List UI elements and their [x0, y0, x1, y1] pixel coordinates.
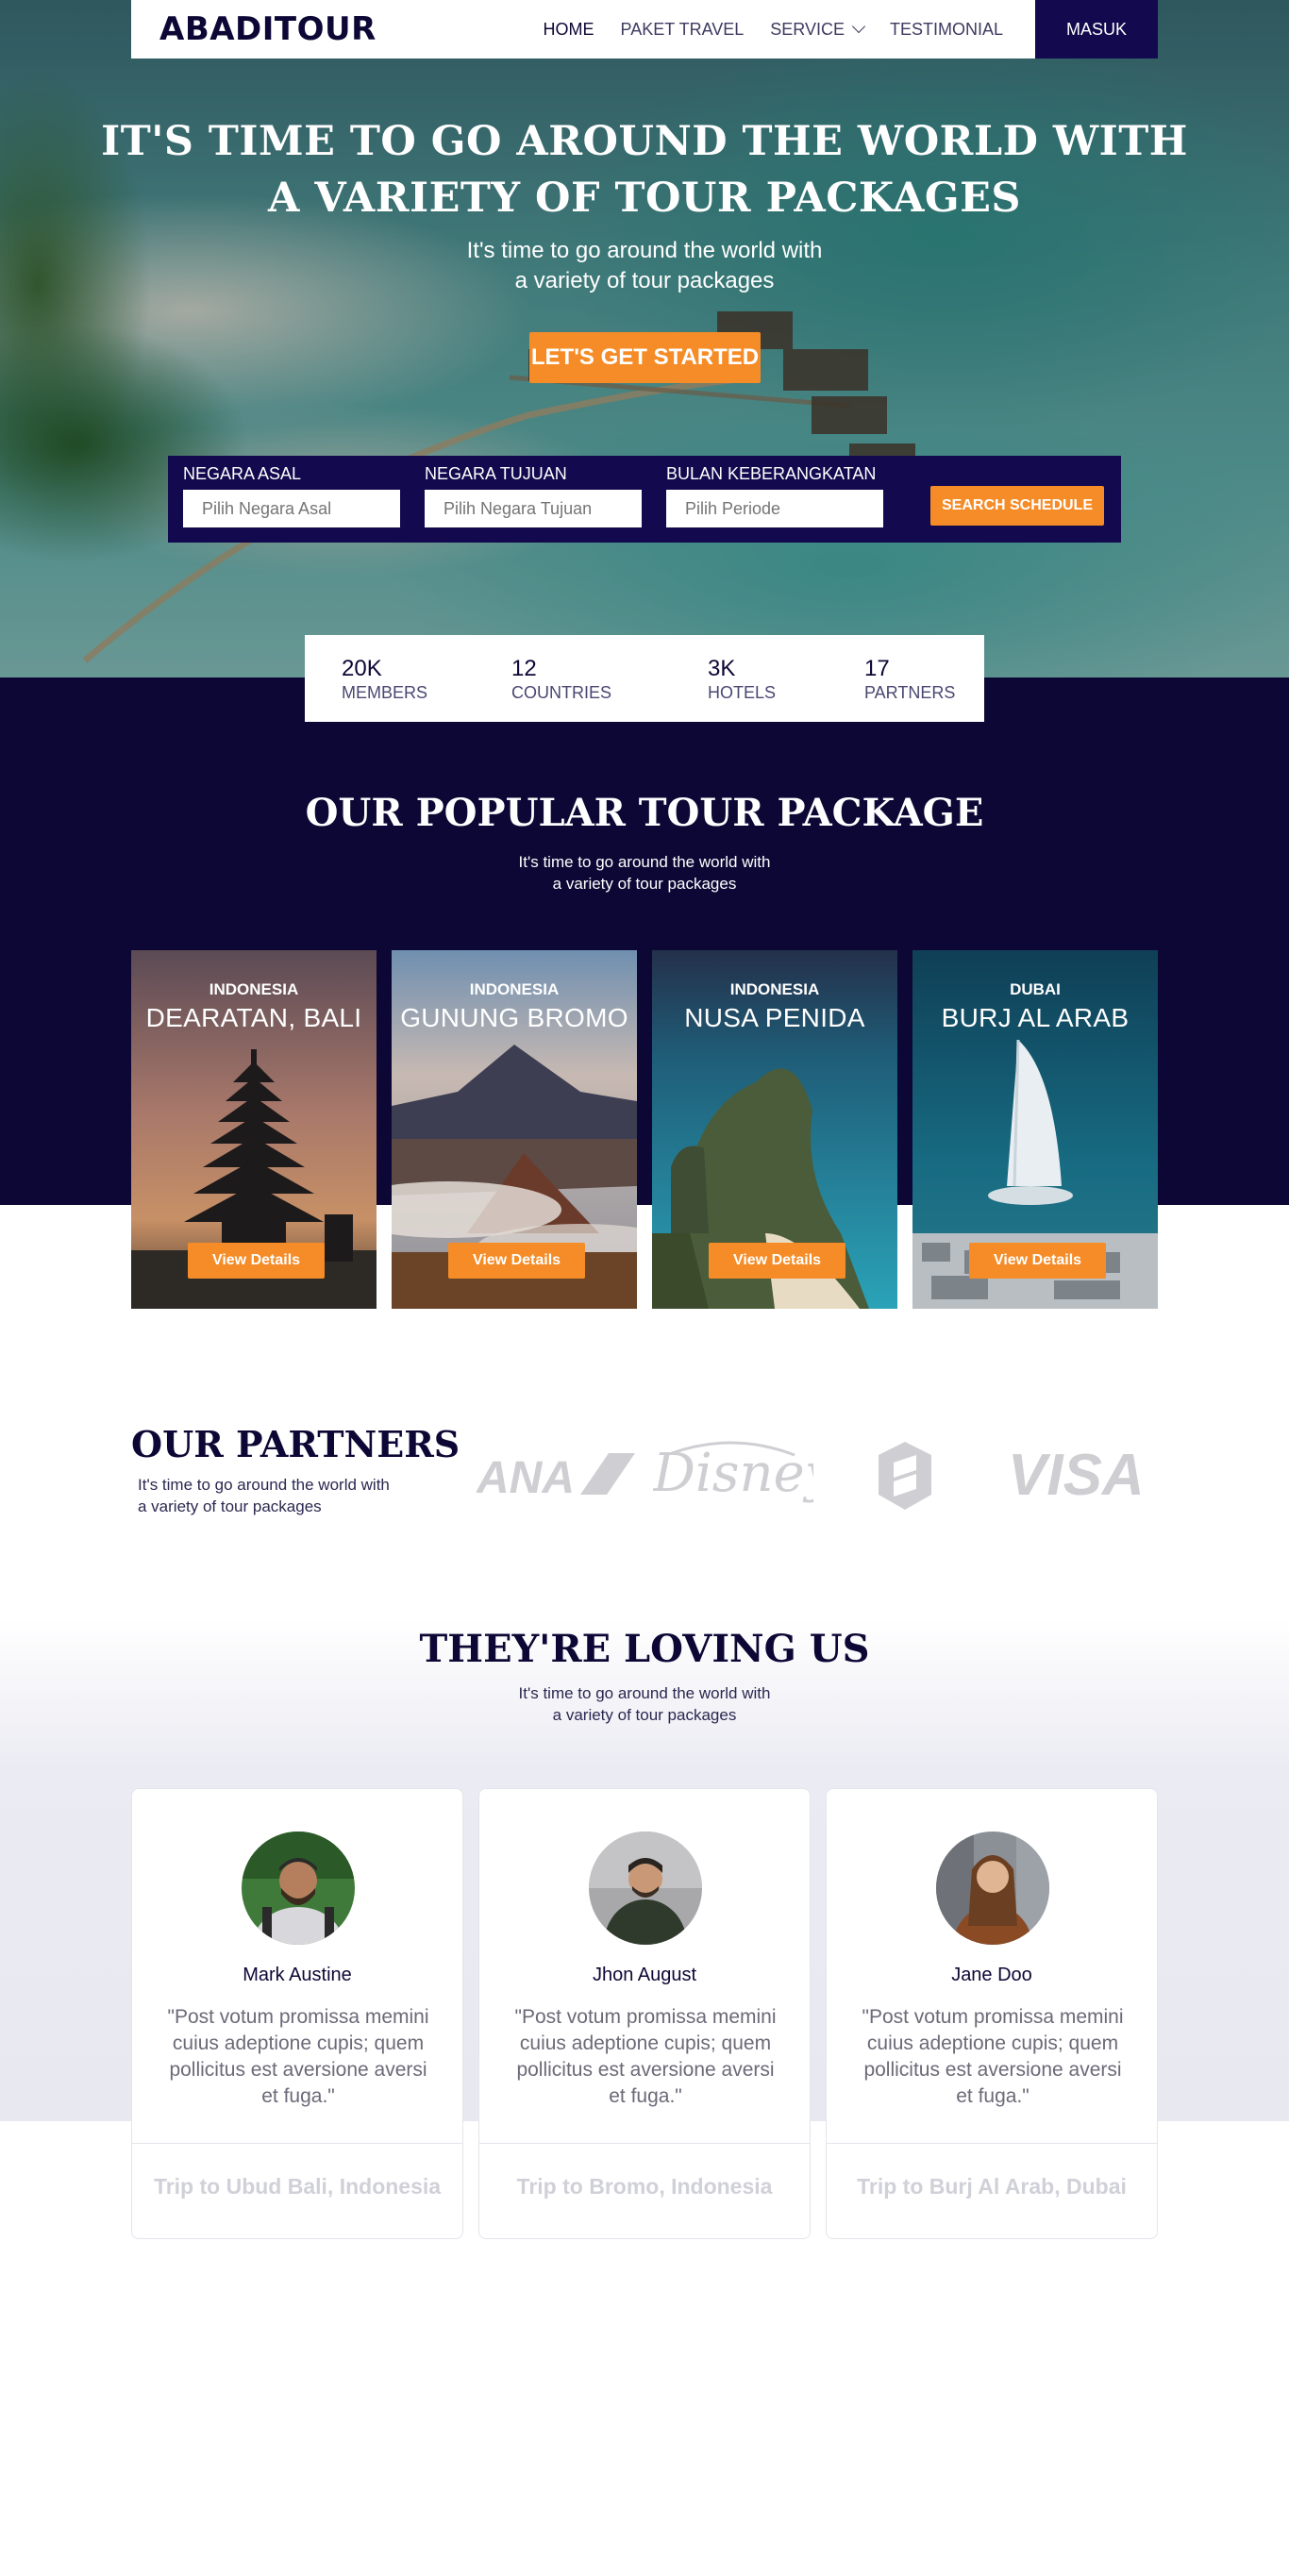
destination-country-label: NEGARA TUJUAN [425, 464, 567, 483]
svg-text:ANA: ANA [477, 1453, 575, 1502]
card-country: INDONESIA [729, 980, 820, 998]
testimonials-subtitle: It's time to go around the world with a … [518, 1684, 771, 1724]
nav-link-service[interactable]: SERVICE [770, 19, 866, 40]
hero-title-line-2: A VARIETY OF TOUR PACKAGES [268, 175, 1021, 222]
view-details-button[interactable]: View Details [969, 1243, 1106, 1279]
tour-card-burj-al-arab[interactable]: DUBAI BURJ AL ARAB View Details [912, 950, 1158, 1309]
hero-title-line-1: IT'S TIME TO GO AROUND THE WORLD WITH [101, 118, 1188, 165]
departure-month-input[interactable] [666, 490, 883, 527]
stat-value: 17 [864, 656, 890, 681]
testimonial-trip: Trip to Ubud Bali, Indonesia [153, 2174, 442, 2199]
popular-subtitle: It's time to go around the world with a … [518, 853, 771, 893]
origin-country-field: NEGARA ASAL [183, 463, 400, 527]
card-country: INDONESIA [209, 980, 299, 998]
tour-card-bromo[interactable]: INDONESIA GUNUNG BROMO View Details [392, 950, 637, 1309]
destination-country-input[interactable] [425, 490, 642, 527]
testimonial-quote: "Post votum promissa memini cuius adepti… [167, 2006, 429, 2107]
avatar [936, 1832, 1049, 1945]
nav-link-paket-travel[interactable]: PAKET TRAVEL [621, 20, 745, 40]
testimonials-title: THEY'RE LOVING US [419, 1627, 870, 1671]
divider [132, 2143, 462, 2144]
stat-hotels: 3K HOTELS [708, 656, 776, 703]
view-details-button[interactable]: View Details [709, 1243, 845, 1279]
disney-logo: Disney [653, 1441, 813, 1504]
stat-label: COUNTRIES [511, 683, 612, 702]
testimonial-name: Jane Doo [951, 1965, 1032, 1985]
departure-month-label: BULAN KEBERANGKATAN [666, 464, 877, 483]
stat-value: 12 [511, 656, 537, 681]
testimonial-trip: Trip to Burj Al Arab, Dubai [857, 2174, 1127, 2199]
card-destination-name: NUSA PENIDA [684, 1003, 865, 1032]
testimonial-name: Mark Austine [243, 1965, 352, 1985]
get-started-button[interactable]: LET'S GET STARTED [529, 332, 761, 383]
stat-members: 20K MEMBERS [342, 656, 427, 703]
card-country: DUBAI [1010, 980, 1061, 998]
brand-logo[interactable]: ABADITOUR [159, 10, 377, 48]
origin-country-label: NEGARA ASAL [183, 464, 302, 483]
avatar [589, 1832, 702, 1945]
divider [827, 2143, 1157, 2144]
destination-country-field: NEGARA TUJUAN [425, 463, 642, 527]
ana-logo: ANA [477, 1453, 635, 1502]
view-details-button[interactable]: View Details [448, 1243, 585, 1279]
testimonial-quote: "Post votum promissa memini cuius adepti… [514, 2006, 777, 2107]
origin-country-input[interactable] [183, 490, 400, 527]
stat-label: PARTNERS [864, 683, 956, 702]
testimonial-card: Jhon August "Post votum promissa memini … [478, 1788, 811, 2239]
testimonial-quote: "Post votum promissa memini cuius adepti… [862, 2006, 1124, 2107]
popular-title: OUR POPULAR TOUR PACKAGE [305, 791, 984, 835]
stat-label: MEMBERS [342, 683, 428, 702]
hero-title: IT'S TIME TO GO AROUND THE WORLD WITH A … [0, 113, 1289, 226]
testimonial-trip: Trip to Bromo, Indonesia [516, 2174, 773, 2199]
nav-link-home[interactable]: HOME [544, 20, 594, 40]
tour-card-bali[interactable]: INDONESIA DEARATAN, BALI View Details [131, 950, 377, 1309]
stat-countries: 12 COUNTRIES [511, 656, 611, 703]
partners-subtitle: It's time to go around the world with a … [138, 1476, 390, 1515]
stat-label: HOTELS [708, 683, 777, 702]
departure-month-field: BULAN KEBERANGKATAN [666, 463, 883, 527]
partners-title: OUR PARTNERS [131, 1423, 460, 1465]
top-navbar: ABADITOUR HOME PAKET TRAVEL SERVICE TEST… [131, 0, 1158, 59]
tour-card-nusa-penida[interactable]: INDONESIA NUSA PENIDA View Details [652, 950, 897, 1309]
hero-subtitle: It's time to go around the world with a … [466, 238, 823, 293]
shield-logo [879, 1442, 931, 1510]
svg-text:VISA: VISA [1008, 1444, 1145, 1504]
avatar [242, 1832, 355, 1945]
testimonial-card: Jane Doo "Post votum promissa memini cui… [826, 1788, 1158, 2239]
visa-logo: VISA [1008, 1444, 1145, 1504]
card-country: INDONESIA [469, 980, 560, 998]
hero-section: ABADITOUR HOME PAKET TRAVEL SERVICE TEST… [0, 0, 1289, 677]
avatar-image [589, 1832, 702, 1945]
card-destination-name: GUNUNG BROMO [400, 1003, 628, 1032]
search-schedule-button[interactable]: SEARCH SCHEDULE [930, 486, 1104, 526]
schedule-search-form: NEGARA ASAL NEGARA TUJUAN BULAN KEBERANG… [168, 456, 1121, 543]
view-details-button[interactable]: View Details [188, 1243, 325, 1279]
login-button[interactable]: MASUK [1035, 0, 1158, 59]
stat-partners: 17 PARTNERS [864, 656, 955, 703]
stat-value: 3K [708, 656, 736, 681]
nav-links: HOME PAKET TRAVEL SERVICE TESTIMONIAL MA… [544, 0, 1158, 59]
card-destination-name: DEARATAN, BALI [145, 1003, 362, 1032]
divider [479, 2143, 810, 2144]
nav-link-testimonial[interactable]: TESTIMONIAL [890, 20, 1003, 40]
stat-value: 20K [342, 656, 382, 681]
stats-bar: 20K MEMBERS 12 COUNTRIES 3K HOTELS 17 PA… [305, 635, 984, 722]
avatar-image [242, 1832, 355, 1945]
card-destination-name: BURJ AL ARAB [941, 1003, 1130, 1032]
testimonial-name: Jhon August [592, 1965, 697, 1985]
nav-link-service-label: SERVICE [770, 19, 845, 39]
chevron-down-icon [851, 19, 866, 34]
testimonial-card: Mark Austine "Post votum promissa memini… [131, 1788, 463, 2239]
avatar-image [936, 1832, 1049, 1945]
